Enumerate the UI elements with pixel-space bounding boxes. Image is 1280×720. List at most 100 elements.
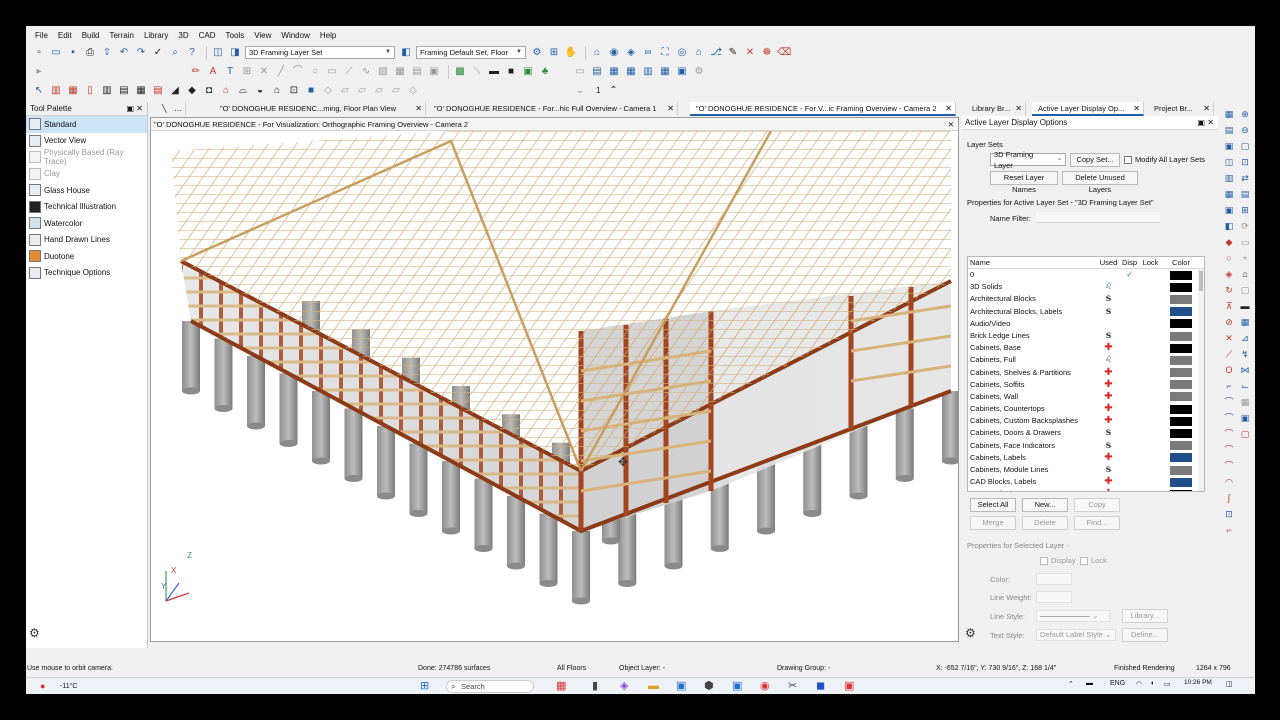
mirror-tool-icon[interactable]: ⊼ bbox=[1222, 299, 1236, 313]
mail-icon[interactable]: ▣ bbox=[732, 680, 742, 693]
palette-item-glass-house[interactable]: Glass House bbox=[26, 182, 147, 199]
plan-icon[interactable]: ■ bbox=[504, 65, 518, 79]
layer-color[interactable] bbox=[1161, 342, 1201, 354]
beam-icon[interactable]: ▱ bbox=[355, 84, 369, 98]
palette-item-clay[interactable]: Clay bbox=[26, 166, 147, 183]
close-icon[interactable]: … bbox=[174, 102, 182, 116]
layer-row[interactable]: 3D Solids ♌ bbox=[968, 281, 1204, 293]
name-filter-input[interactable] bbox=[1036, 212, 1160, 223]
layer-row[interactable]: CAD, Default✚ bbox=[968, 488, 1204, 491]
wifi-icon[interactable]: ◠ bbox=[1136, 680, 1142, 688]
truss-icon[interactable]: ◇ bbox=[406, 84, 420, 98]
color-swatch[interactable] bbox=[1170, 355, 1192, 365]
material-icon[interactable]: ☸ bbox=[760, 46, 774, 60]
menu-terrain[interactable]: Terrain bbox=[104, 28, 138, 43]
section-icon[interactable]: ▤ bbox=[1238, 187, 1252, 201]
delete-tool-icon[interactable]: ✕ bbox=[1222, 331, 1236, 345]
layer-display-toggle[interactable] bbox=[1119, 440, 1140, 452]
layer-display-toggle[interactable] bbox=[1119, 476, 1140, 488]
bezier-tool-icon[interactable]: ∫ bbox=[1222, 491, 1236, 505]
layer-display-toggle[interactable] bbox=[1119, 281, 1140, 293]
layer-row[interactable]: Cabinets, Countertops ✚ bbox=[968, 403, 1204, 415]
material-eyedropper-icon[interactable]: ▣ bbox=[521, 65, 535, 79]
layer-set-dropdown[interactable]: 3D Framing Layer Set ▼ bbox=[245, 46, 395, 59]
palette-item-physically-based[interactable]: Physically Based (Ray Trace) bbox=[26, 148, 147, 166]
reset-layer-names-button[interactable]: Reset Layer Names bbox=[990, 171, 1058, 194]
copy-layer-button[interactable]: Copy bbox=[1074, 498, 1120, 512]
layer-lock-toggle[interactable] bbox=[1140, 391, 1161, 403]
library-button[interactable]: Library... bbox=[1122, 609, 1168, 623]
plus-icon[interactable]: + bbox=[1238, 251, 1252, 265]
layer-display-toggle[interactable] bbox=[1119, 293, 1140, 305]
layer-display-toggle[interactable] bbox=[1119, 403, 1140, 415]
layer-display-toggle[interactable]: ✓ bbox=[1119, 269, 1140, 281]
pin-close-icon[interactable]: ▣ ✕ bbox=[1198, 116, 1214, 130]
close-icon[interactable]: ✕ bbox=[1133, 102, 1140, 114]
layer-display-toggle[interactable] bbox=[1119, 354, 1140, 366]
rectangle-icon[interactable]: ▭ bbox=[325, 65, 339, 79]
layer-row[interactable]: Architectural Blocks S bbox=[968, 293, 1204, 305]
layer-row[interactable]: Brick Ledge Lines S bbox=[968, 330, 1204, 342]
grid-tool-icon[interactable]: ▦ bbox=[1238, 315, 1252, 329]
layer-lock-toggle[interactable] bbox=[1140, 440, 1161, 452]
spell-check-icon[interactable]: ✓ bbox=[151, 46, 165, 60]
walls-icon[interactable]: ▥ bbox=[1222, 171, 1236, 185]
copilot-icon[interactable]: ◈ bbox=[620, 680, 628, 693]
post-icon[interactable]: ▱ bbox=[372, 84, 386, 98]
tab-library-browser[interactable]: Library Br... ✕ bbox=[966, 102, 1026, 116]
layer-color[interactable] bbox=[1161, 427, 1201, 439]
gear-icon[interactable]: ⚙ bbox=[965, 626, 976, 640]
layer-set-icon[interactable]: ◨ bbox=[228, 46, 242, 60]
line-style-dropdown[interactable]: ⌄ bbox=[1036, 610, 1110, 622]
glasses-icon[interactable]: ∞ bbox=[641, 46, 655, 60]
layer-row[interactable]: Cabinets, Doors & Drawers S bbox=[968, 427, 1204, 439]
menu-build[interactable]: Build bbox=[77, 28, 105, 43]
region-icon[interactable]: ▦ bbox=[393, 65, 407, 79]
zoom-window-icon[interactable]: ⊡ bbox=[1238, 155, 1252, 169]
tab-camera-2[interactable]: "O' DONOGHUE RESIDENCE - For V...ic Fram… bbox=[690, 102, 956, 116]
grid-icon[interactable]: ▦ bbox=[607, 65, 621, 79]
merge-button[interactable]: Merge bbox=[970, 516, 1016, 530]
chevron-down-icon[interactable]: ⌄ bbox=[573, 84, 587, 98]
chief-architect-app-icon[interactable]: ▦ bbox=[556, 680, 566, 693]
layer-lock-toggle[interactable] bbox=[1140, 427, 1161, 439]
box-icon[interactable]: ■ bbox=[304, 84, 318, 98]
color-swatch[interactable] bbox=[1170, 380, 1192, 390]
layout-icon[interactable]: ▤ bbox=[1222, 123, 1236, 137]
column-lock[interactable]: Lock bbox=[1140, 257, 1161, 268]
copy-set-button[interactable]: Copy Set... bbox=[1070, 153, 1120, 167]
define-button[interactable]: Define... bbox=[1122, 628, 1168, 642]
column-color[interactable]: Color bbox=[1161, 257, 1201, 268]
select-tool-icon[interactable]: ⊡ bbox=[1222, 507, 1236, 521]
find-layer-button[interactable]: Find... bbox=[1074, 516, 1120, 530]
select-pointer-icon[interactable]: ↖ bbox=[32, 84, 46, 98]
menu-file[interactable]: File bbox=[30, 28, 53, 43]
new-layer-button[interactable]: New... bbox=[1022, 498, 1068, 512]
color-swatch[interactable] bbox=[1170, 477, 1192, 487]
polyline-icon[interactable]: ⟋ bbox=[342, 65, 356, 79]
grey-tool-icon[interactable]: ▭ bbox=[1238, 235, 1252, 249]
volume-icon[interactable]: ◖ bbox=[1150, 680, 1154, 687]
framing-default-dropdown[interactable]: Framing Default Set, Floor ▼ bbox=[416, 46, 526, 59]
color-swatch[interactable] bbox=[1170, 270, 1192, 280]
room-icon[interactable]: ▦ bbox=[66, 84, 80, 98]
path-icon[interactable]: ◇ bbox=[321, 84, 335, 98]
checkbox-box[interactable] bbox=[1080, 556, 1088, 565]
break-line-icon[interactable]: ⊞ bbox=[240, 65, 254, 79]
window-tile-icon[interactable]: ▦ bbox=[658, 65, 672, 79]
close-icon[interactable]: ✕ bbox=[667, 102, 674, 116]
tray-app-icon[interactable]: ▬ bbox=[1086, 680, 1093, 687]
weather-temperature[interactable]: -11°C bbox=[60, 680, 77, 693]
copy-tool-icon[interactable]: ▢ bbox=[1238, 283, 1252, 297]
layer-lock-toggle[interactable] bbox=[1140, 306, 1161, 318]
line-icon[interactable]: ╱ bbox=[274, 65, 288, 79]
pan-icon[interactable]: ⊞ bbox=[1238, 203, 1252, 217]
layer-display-toggle[interactable] bbox=[1119, 342, 1140, 354]
zoom-out-icon[interactable]: ⊖ bbox=[1238, 123, 1252, 137]
layer-color[interactable] bbox=[1161, 476, 1201, 488]
notification-icon[interactable]: ◫ bbox=[1226, 680, 1233, 688]
color-swatch[interactable] bbox=[1170, 465, 1192, 475]
tree-icon[interactable]: ♣ bbox=[538, 65, 552, 79]
layer-color[interactable] bbox=[1161, 367, 1201, 379]
arc-icon[interactable]: ⌒ bbox=[291, 65, 305, 79]
